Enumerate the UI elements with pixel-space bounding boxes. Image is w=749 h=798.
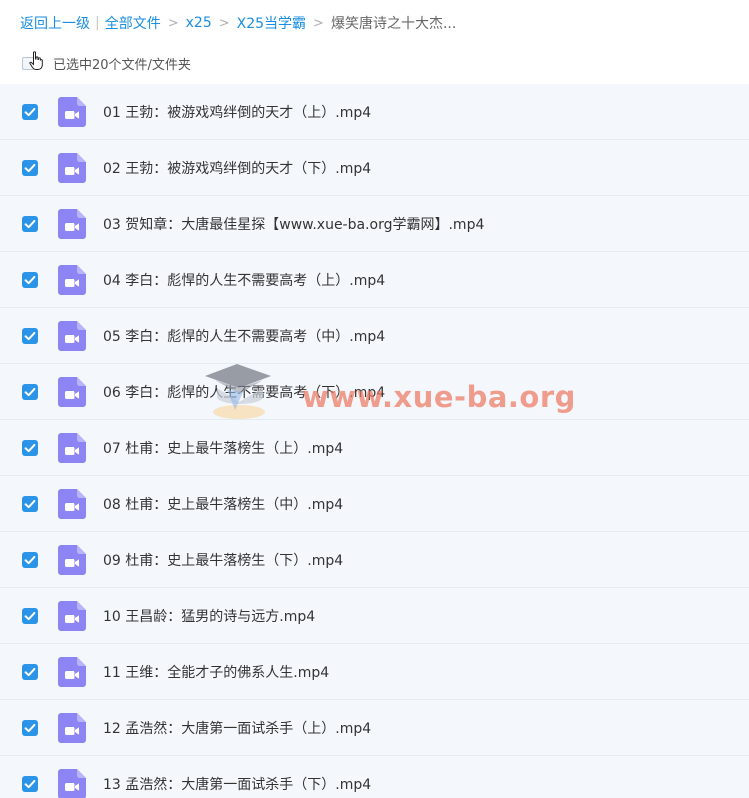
- file-row[interactable]: 10 王昌龄：猛男的诗与远方.mp4: [0, 588, 749, 644]
- breadcrumb-current: 爆笑唐诗之十大杰...: [330, 16, 457, 32]
- hand-pointer-icon: [29, 50, 43, 70]
- breadcrumb-separator: >: [218, 15, 230, 31]
- selection-summary-text: 已选中20个文件/文件夹: [53, 57, 191, 73]
- file-manager-page: 返回上一级 | 全部文件 > x25 > X25当学霸 > 爆笑唐诗之十大杰..…: [0, 0, 749, 798]
- checkbox-checked-icon[interactable]: [22, 216, 38, 232]
- video-file-icon: [58, 601, 86, 631]
- video-file-icon: [58, 545, 86, 575]
- video-file-icon: [58, 209, 86, 239]
- file-name[interactable]: 03 贺知章：大唐最佳星探【www.xue-ba.org学霸网】.mp4: [103, 214, 484, 234]
- file-row[interactable]: 05 李白：彪悍的人生不需要高考（中）.mp4: [0, 308, 749, 364]
- checkbox-checked-icon[interactable]: [22, 496, 38, 512]
- file-row[interactable]: 11 王维：全能才子的佛系人生.mp4: [0, 644, 749, 700]
- breadcrumb: 返回上一级 | 全部文件 > x25 > X25当学霸 > 爆笑唐诗之十大杰..…: [20, 12, 456, 34]
- video-file-icon: [58, 97, 86, 127]
- checkbox-checked-icon[interactable]: [22, 664, 38, 680]
- file-row[interactable]: 01 王勃：被游戏鸡绊倒的天才（上）.mp4: [0, 84, 749, 140]
- file-row[interactable]: 13 孟浩然：大唐第一面试杀手（下）.mp4: [0, 756, 749, 798]
- checkbox-checked-icon[interactable]: [22, 720, 38, 736]
- file-name[interactable]: 02 王勃：被游戏鸡绊倒的天才（下）.mp4: [103, 158, 371, 178]
- file-row[interactable]: 09 杜甫：史上最牛落榜生（下）.mp4: [0, 532, 749, 588]
- file-name[interactable]: 12 孟浩然：大唐第一面试杀手（上）.mp4: [103, 718, 371, 738]
- back-link[interactable]: 返回上一级: [20, 13, 90, 33]
- breadcrumb-item-x25-xueba[interactable]: X25当学霸: [237, 13, 306, 33]
- checkbox-checked-icon[interactable]: [22, 272, 38, 288]
- file-row[interactable]: 07 杜甫：史上最牛落榜生（上）.mp4: [0, 420, 749, 476]
- select-all-checkbox[interactable]: [22, 50, 43, 70]
- video-file-icon: [58, 153, 86, 183]
- file-name[interactable]: 07 杜甫：史上最牛落榜生（上）.mp4: [103, 438, 343, 458]
- file-name[interactable]: 08 杜甫：史上最牛落榜生（中）.mp4: [103, 494, 343, 514]
- breadcrumb-separator: >: [313, 15, 324, 31]
- checkbox-checked-icon[interactable]: [22, 440, 38, 456]
- all-files-link[interactable]: 全部文件: [105, 13, 161, 33]
- file-row[interactable]: 03 贺知章：大唐最佳星探【www.xue-ba.org学霸网】.mp4: [0, 196, 749, 252]
- checkbox-checked-icon[interactable]: [22, 552, 38, 568]
- checkbox-checked-icon[interactable]: [22, 384, 38, 400]
- file-name[interactable]: 01 王勃：被游戏鸡绊倒的天才（上）.mp4: [103, 102, 371, 122]
- breadcrumb-item-x25[interactable]: x25: [186, 15, 212, 31]
- file-name[interactable]: 11 王维：全能才子的佛系人生.mp4: [103, 662, 329, 682]
- checkbox-checked-icon[interactable]: [22, 104, 38, 120]
- video-file-icon: [58, 713, 86, 743]
- checkbox-checked-icon[interactable]: [22, 776, 38, 792]
- video-file-icon: [58, 769, 86, 798]
- file-name[interactable]: 04 李白：彪悍的人生不需要高考（上）.mp4: [103, 270, 385, 290]
- file-row[interactable]: 04 李白：彪悍的人生不需要高考（上）.mp4: [0, 252, 749, 308]
- checkbox-checked-icon[interactable]: [22, 160, 38, 176]
- video-file-icon: [58, 433, 86, 463]
- file-row[interactable]: 06 李白：彪悍的人生不需要高考（下）.mp4: [0, 364, 749, 420]
- file-row[interactable]: 12 孟浩然：大唐第一面试杀手（上）.mp4: [0, 700, 749, 756]
- file-name[interactable]: 09 杜甫：史上最牛落榜生（下）.mp4: [103, 550, 343, 570]
- breadcrumb-divider: |: [95, 15, 100, 31]
- selection-summary: 已选中20个文件/文件夹: [22, 50, 191, 73]
- file-name[interactable]: 06 李白：彪悍的人生不需要高考（下）.mp4: [103, 382, 385, 402]
- file-name[interactable]: 05 李白：彪悍的人生不需要高考（中）.mp4: [103, 326, 385, 346]
- file-name[interactable]: 13 孟浩然：大唐第一面试杀手（下）.mp4: [103, 774, 371, 794]
- video-file-icon: [58, 321, 86, 351]
- breadcrumb-separator: >: [167, 15, 179, 31]
- video-file-icon: [58, 265, 86, 295]
- video-file-icon: [58, 657, 86, 687]
- checkbox-checked-icon[interactable]: [22, 328, 38, 344]
- file-list: 01 王勃：被游戏鸡绊倒的天才（上）.mp4 02 王勃：被游戏鸡绊倒的天才（下）…: [0, 84, 749, 798]
- video-file-icon: [58, 489, 86, 519]
- file-row[interactable]: 02 王勃：被游戏鸡绊倒的天才（下）.mp4: [0, 140, 749, 196]
- file-row[interactable]: 08 杜甫：史上最牛落榜生（中）.mp4: [0, 476, 749, 532]
- checkbox-checked-icon[interactable]: [22, 608, 38, 624]
- file-name[interactable]: 10 王昌龄：猛男的诗与远方.mp4: [103, 606, 315, 626]
- video-file-icon: [58, 377, 86, 407]
